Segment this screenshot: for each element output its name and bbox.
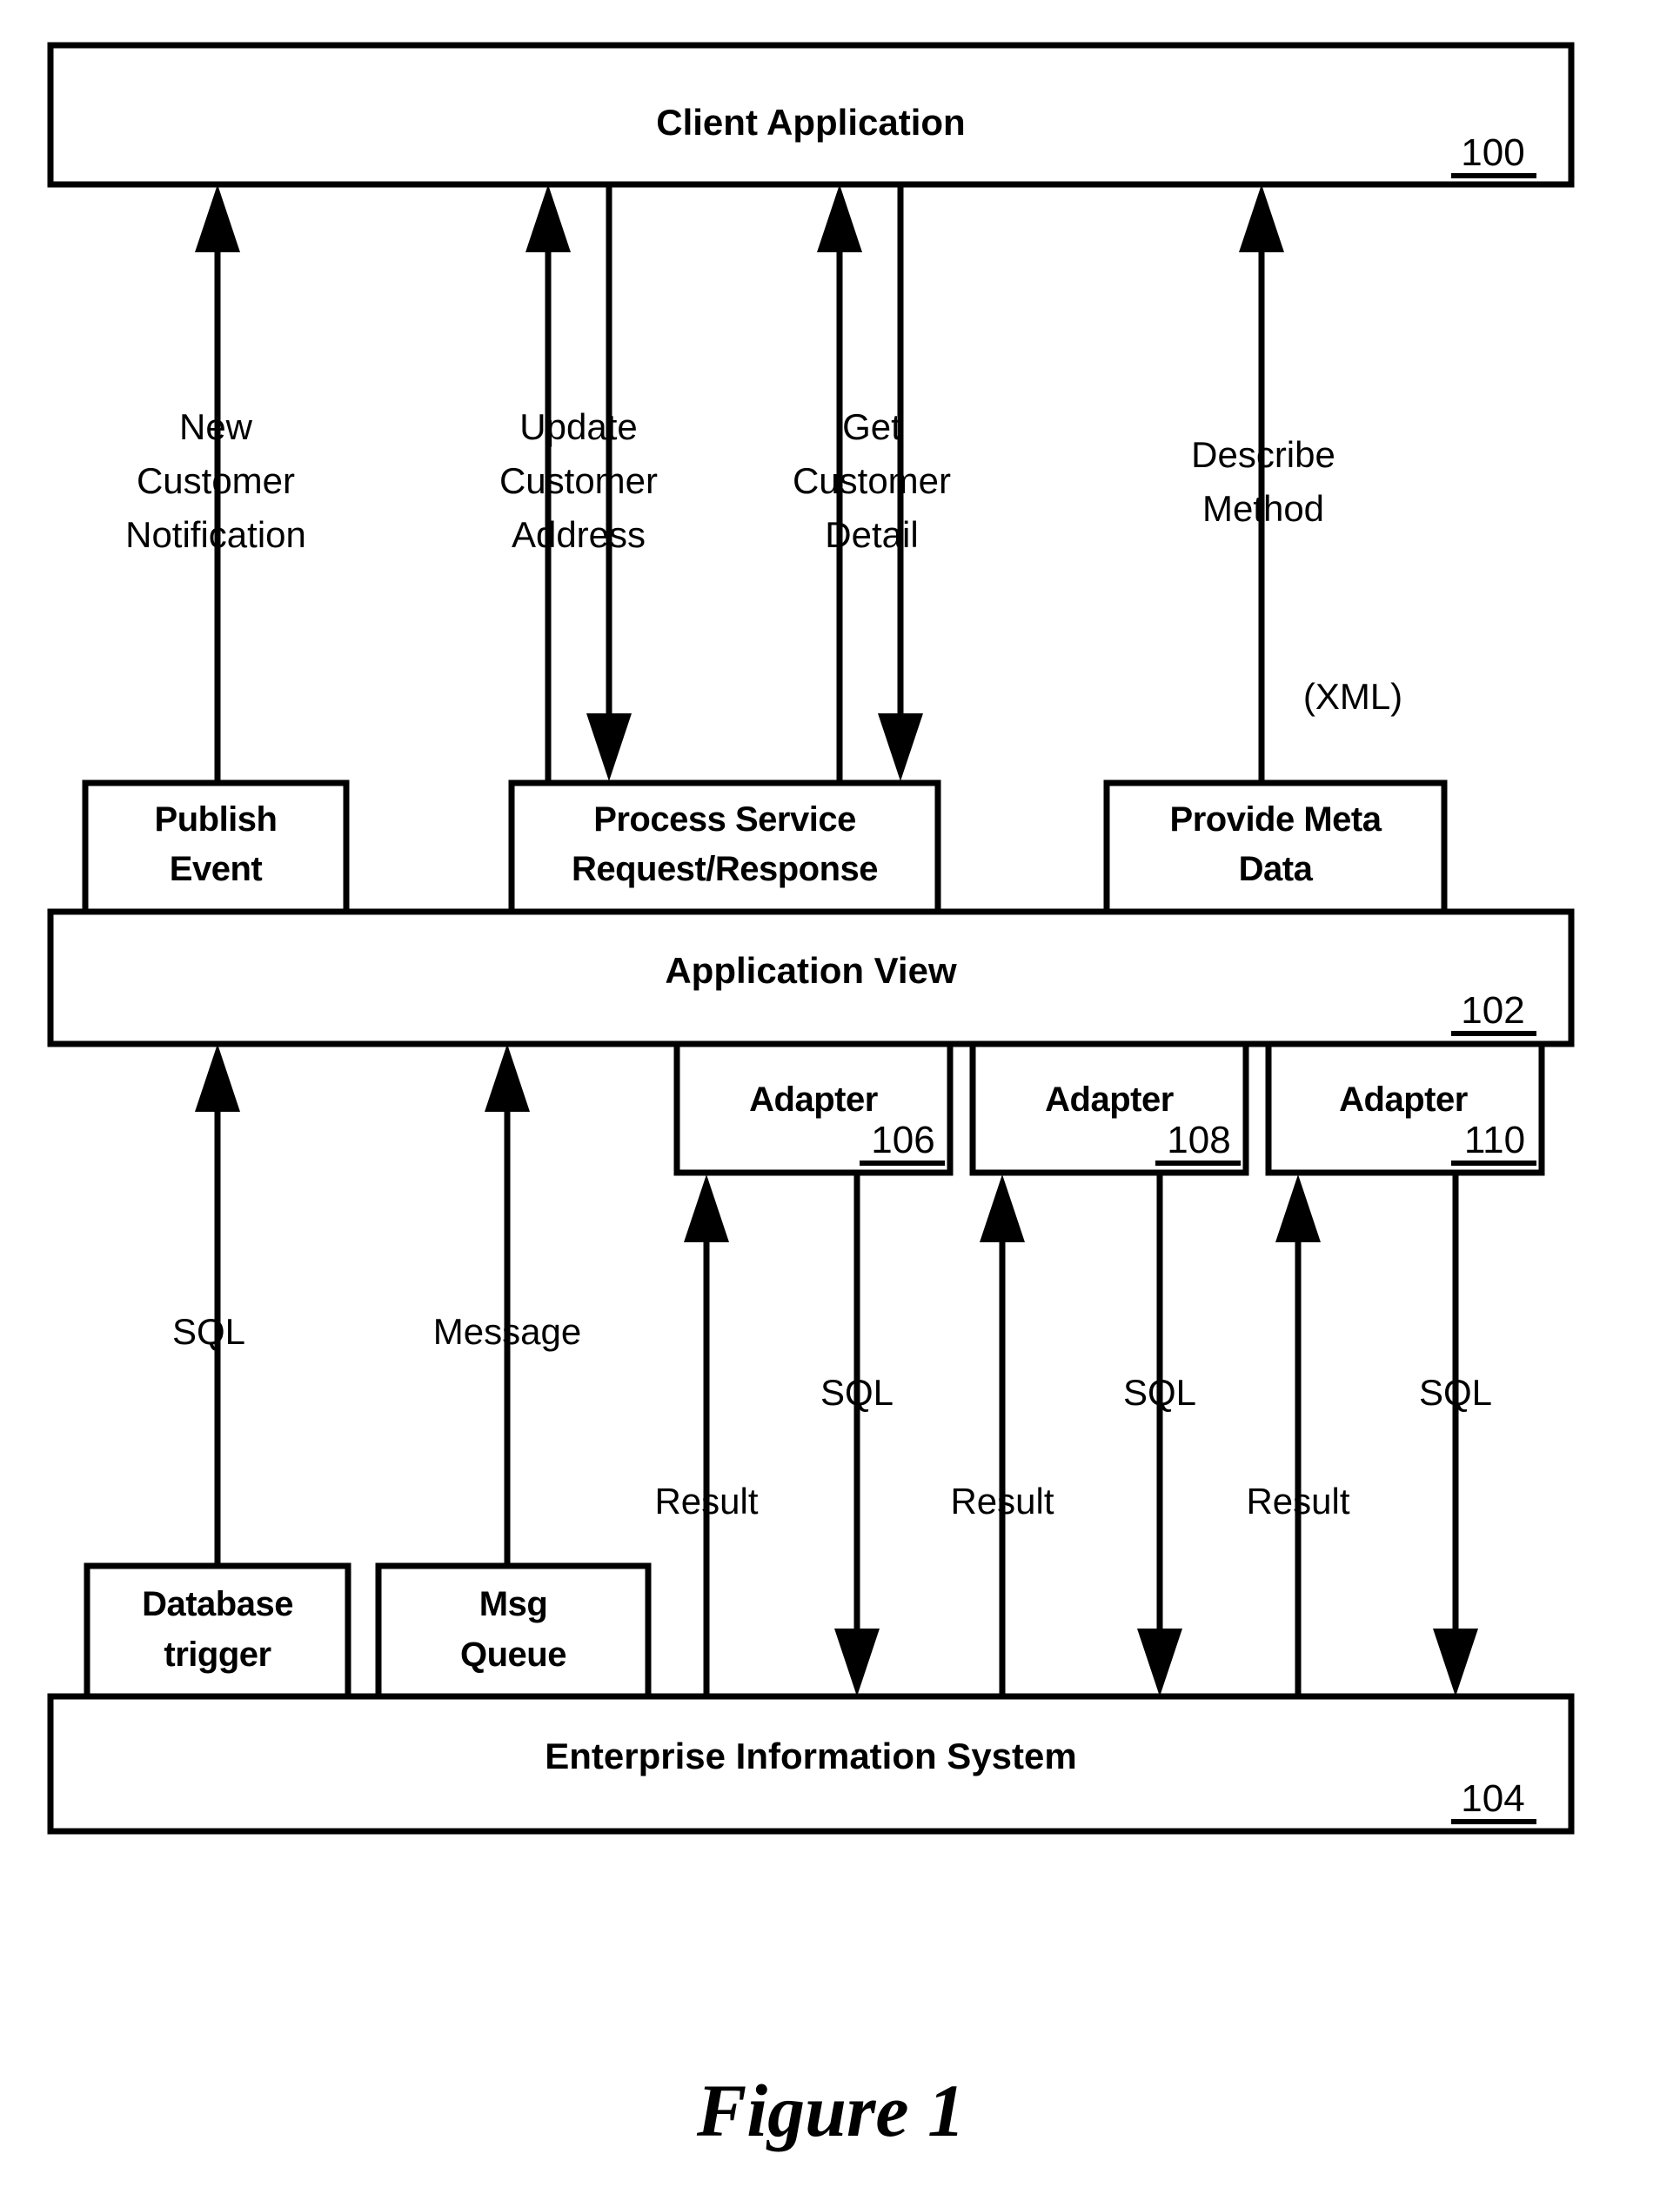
label-sql-106: SQL bbox=[820, 1372, 894, 1413]
label-line-1: New bbox=[179, 406, 253, 447]
arrowhead-up-result-106 bbox=[684, 1174, 729, 1242]
label-xml: (XML) bbox=[1303, 676, 1402, 717]
publish-event-label-line-2: Event bbox=[170, 850, 263, 888]
label-sql-database-trigger: SQL bbox=[172, 1311, 245, 1352]
adapter-106-label: Adapter bbox=[749, 1080, 878, 1119]
edge-describe-method bbox=[1239, 184, 1284, 787]
diagram-canvas: Client Application 100 New Customer Noti… bbox=[47, 42, 1575, 2152]
node-msg-queue: Msg Queue bbox=[375, 1562, 652, 1700]
adapter-108-ref: 108 bbox=[1167, 1119, 1230, 1161]
arrowhead-up-sql-database-trigger bbox=[195, 1044, 240, 1112]
node-adapter-110: Adapter 110 bbox=[1265, 1040, 1545, 1176]
application-view-ref: 102 bbox=[1461, 989, 1524, 1032]
database-trigger-label-line-2: trigger bbox=[164, 1635, 271, 1674]
label-new-customer-notification: New Customer Notification bbox=[125, 406, 306, 555]
label-line-3: Address bbox=[512, 514, 646, 555]
figure-caption: Figure 1 bbox=[696, 2069, 965, 2152]
node-adapter-106: Adapter 106 bbox=[673, 1040, 954, 1176]
label-line-3: Notification bbox=[125, 514, 306, 555]
adapter-108-label: Adapter bbox=[1045, 1080, 1174, 1119]
edge-sql-database-trigger: SQL bbox=[172, 1044, 245, 1566]
adapter-110-ref: 110 bbox=[1464, 1119, 1525, 1161]
label-line-1: Update bbox=[519, 406, 637, 447]
node-publish-event: Publish Event bbox=[82, 779, 350, 915]
label-message-msg-queue: Message bbox=[433, 1311, 581, 1352]
process-service-label-line-2: Request/Response bbox=[572, 850, 878, 888]
label-result-110: Result bbox=[1246, 1481, 1349, 1522]
arrowhead-down-sql-106 bbox=[834, 1629, 880, 1696]
edge-sql-110: SQL bbox=[1419, 1174, 1492, 1696]
enterprise-information-system-ref: 104 bbox=[1461, 1777, 1524, 1820]
edge-result-108: Result bbox=[950, 1174, 1054, 1701]
node-enterprise-information-system: Enterprise Information System 104 bbox=[47, 1693, 1575, 1835]
arrowhead-up-message-msg-queue bbox=[485, 1044, 530, 1112]
label-result-108: Result bbox=[950, 1481, 1054, 1522]
adapter-110-label: Adapter bbox=[1339, 1080, 1468, 1119]
application-view-label: Application View bbox=[665, 950, 957, 991]
node-process-service: Process Service Request/Response bbox=[508, 779, 941, 915]
label-line-3: Detail bbox=[825, 514, 918, 555]
edge-result-110: Result bbox=[1246, 1174, 1350, 1701]
label-sql-110: SQL bbox=[1419, 1372, 1492, 1413]
edge-message-msg-queue: Message bbox=[433, 1044, 581, 1566]
label-line-1: Describe bbox=[1191, 434, 1335, 475]
edge-result-106: Result bbox=[654, 1174, 759, 1701]
msg-queue-label-line-1: Msg bbox=[479, 1585, 548, 1623]
arrowhead-down-get-customer-detail bbox=[878, 713, 923, 781]
edge-sql-106: SQL bbox=[820, 1174, 894, 1696]
arrowhead-down-update-customer-address bbox=[586, 713, 632, 781]
patent-figure: Client Application 100 New Customer Noti… bbox=[0, 0, 1680, 2194]
publish-event-label-line-1: Publish bbox=[155, 800, 278, 839]
label-line-2: Customer bbox=[499, 460, 658, 501]
label-line-1: Get bbox=[842, 406, 901, 447]
node-client-application: Client Application 100 bbox=[47, 42, 1575, 188]
adapter-106-ref: 106 bbox=[871, 1119, 934, 1161]
node-database-trigger: Database trigger bbox=[84, 1562, 351, 1700]
node-adapter-108: Adapter 108 bbox=[969, 1040, 1249, 1176]
client-application-label: Client Application bbox=[656, 102, 965, 143]
enterprise-information-system-label: Enterprise Information System bbox=[545, 1736, 1076, 1776]
msg-queue-label-line-2: Queue bbox=[460, 1635, 566, 1674]
arrowhead-up-result-110 bbox=[1275, 1174, 1321, 1242]
edge-sql-108: SQL bbox=[1123, 1174, 1196, 1696]
node-application-view: Application View 102 bbox=[47, 908, 1575, 1047]
label-update-customer-address: Update Customer Address bbox=[499, 406, 658, 555]
arrowhead-up-result-108 bbox=[980, 1174, 1025, 1242]
client-application-ref: 100 bbox=[1461, 131, 1524, 174]
label-line-2: Customer bbox=[137, 460, 295, 501]
database-trigger-label-line-1: Database bbox=[142, 1585, 293, 1623]
provide-meta-data-label-line-2: Data bbox=[1239, 850, 1314, 888]
label-get-customer-detail: Get Customer Detail bbox=[793, 406, 951, 555]
label-line-2: Method bbox=[1202, 488, 1324, 529]
label-sql-108: SQL bbox=[1123, 1372, 1196, 1413]
process-service-label-line-1: Process Service bbox=[593, 800, 856, 839]
arrowhead-down-sql-108 bbox=[1137, 1629, 1182, 1696]
arrowhead-up-new-customer-notification bbox=[195, 184, 240, 252]
label-line-2: Customer bbox=[793, 460, 951, 501]
arrowhead-up-update-customer-address bbox=[525, 184, 571, 252]
label-result-106: Result bbox=[654, 1481, 758, 1522]
provide-meta-data-label-line-1: Provide Meta bbox=[1170, 800, 1382, 839]
arrowhead-up-get-customer-detail bbox=[817, 184, 862, 252]
node-provide-meta-data: Provide Meta Data bbox=[1103, 779, 1448, 915]
arrowhead-up-describe-method bbox=[1239, 184, 1284, 252]
arrowhead-down-sql-110 bbox=[1433, 1629, 1478, 1696]
